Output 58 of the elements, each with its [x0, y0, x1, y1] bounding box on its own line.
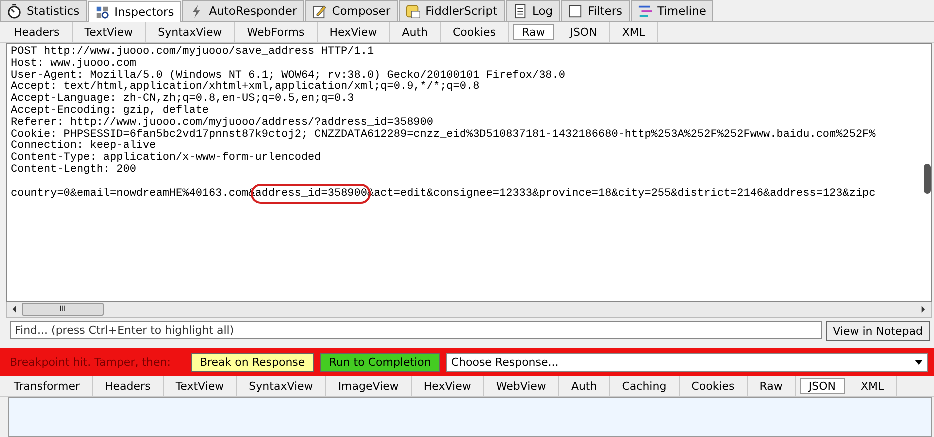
inspect-icon — [94, 4, 110, 20]
inspector-tab[interactable]: Statistics — [0, 0, 87, 21]
response-view-tab[interactable]: TextView — [164, 376, 238, 396]
request-view-tab[interactable]: XML — [610, 22, 658, 42]
timeline-icon — [638, 4, 653, 18]
inspector-tab[interactable]: Log — [506, 0, 560, 21]
request-view-tab[interactable]: JSON — [558, 22, 610, 42]
request-view-tab[interactable]: TextView — [72, 22, 146, 42]
run-to-completion-button[interactable]: Run to Completion — [320, 352, 440, 372]
find-field[interactable]: Find... (press Ctrl+Enter to highlight all) — [10, 321, 822, 339]
response-view-tab[interactable]: WebView — [484, 376, 560, 396]
request-view-tab[interactable]: Cookies — [440, 22, 510, 42]
view-in-notepad-button[interactable]: View in Notepad — [826, 321, 930, 341]
scroll-right-icon[interactable] — [921, 306, 926, 313]
response-view-tab[interactable]: Transformer — [2, 376, 94, 396]
breakpoint-message: Breakpoint hit. Tamper, then: — [10, 356, 171, 368]
script-icon — [406, 4, 421, 18]
request-line: Host: www.juooo.com — [11, 58, 138, 70]
request-line: Cookie: PHPSESSID=6fan5bc2vd17pnnst87k9ctoj2; CNZZDATA612289=cnzz_eid%3D510837181-1432186680-http%253A%252F%252Fwww.baidu.com%252F% — [11, 130, 877, 141]
response-view-tab[interactable]: Auth — [559, 376, 610, 396]
response-view-tab[interactable]: Caching — [610, 376, 680, 396]
response-view-tab[interactable]: JSON — [800, 378, 846, 394]
inspector-tab[interactable]: Filters — [561, 0, 630, 21]
request-line: Referer: http://www.juooo.com/myjuooo/address/?address_id=358900 — [11, 118, 434, 129]
request-line: Connection: keep-alive — [11, 141, 156, 152]
request-line: Content-Length: 200 — [11, 164, 138, 177]
inspector-tab[interactable]: FiddlerScript — [398, 0, 505, 21]
request-view-tab[interactable]: SyntaxView — [146, 22, 236, 42]
request-line: Accept-Encoding: gzip, deflate — [11, 106, 210, 117]
response-view-tab[interactable]: Raw — [748, 376, 796, 396]
pencil-paper-icon — [312, 4, 328, 18]
request-line: Accept: text/html,application/xhtml+xml,application/xml;q=0.9,*/*;q=0.8 — [11, 82, 481, 94]
response-view-tab[interactable]: Headers — [93, 376, 164, 396]
response-view-tab[interactable]: ImageView — [326, 376, 412, 396]
request-line: Content-Type: application/x-www-form-urlencoded — [11, 153, 322, 164]
response-view-tab[interactable]: SyntaxView — [237, 376, 326, 396]
request-line: POST http://www.juooo.com/myjuooo/save_address HTTP/1.1 — [11, 47, 376, 58]
stopwatch-icon — [7, 4, 22, 18]
inspector-tab[interactable]: Timeline — [630, 0, 714, 21]
request-view-tab[interactable]: HexView — [318, 22, 390, 42]
caret-icon — [915, 360, 923, 364]
request-view-tab[interactable]: Headers — [2, 22, 73, 42]
inspector-tab[interactable]: Composer — [305, 0, 398, 21]
inspector-tab[interactable]: Inspectors — [88, 1, 182, 22]
document-icon — [512, 4, 528, 18]
request-view-tab[interactable]: Auth — [390, 22, 441, 42]
checkbox-icon — [568, 4, 584, 18]
request-view-tab[interactable]: Raw — [513, 24, 554, 40]
response-view-tab[interactable]: XML — [849, 376, 898, 396]
response-view-tab[interactable]: Cookies — [680, 376, 748, 396]
request-line: User-Agent: Mozilla/5.0 (Windows NT 6.1; WOW64; rv:38.0) Gecko/20100101 Firefox/38.0 — [11, 70, 566, 82]
response-view-tab[interactable]: HexView — [412, 376, 484, 396]
response-dropdown[interactable]: Choose Response... — [446, 352, 928, 372]
inspector-tab[interactable]: AutoResponder — [182, 0, 304, 21]
request-line: Accept-Language: zh-CN,zh;q=0.8,en-US;q=0.5,en;q=0.3 — [11, 94, 356, 106]
break-on-response-button[interactable]: Break on Response — [190, 352, 314, 372]
scroll-left-icon[interactable] — [12, 306, 17, 313]
request-view-tab[interactable]: WebForms — [235, 22, 318, 42]
